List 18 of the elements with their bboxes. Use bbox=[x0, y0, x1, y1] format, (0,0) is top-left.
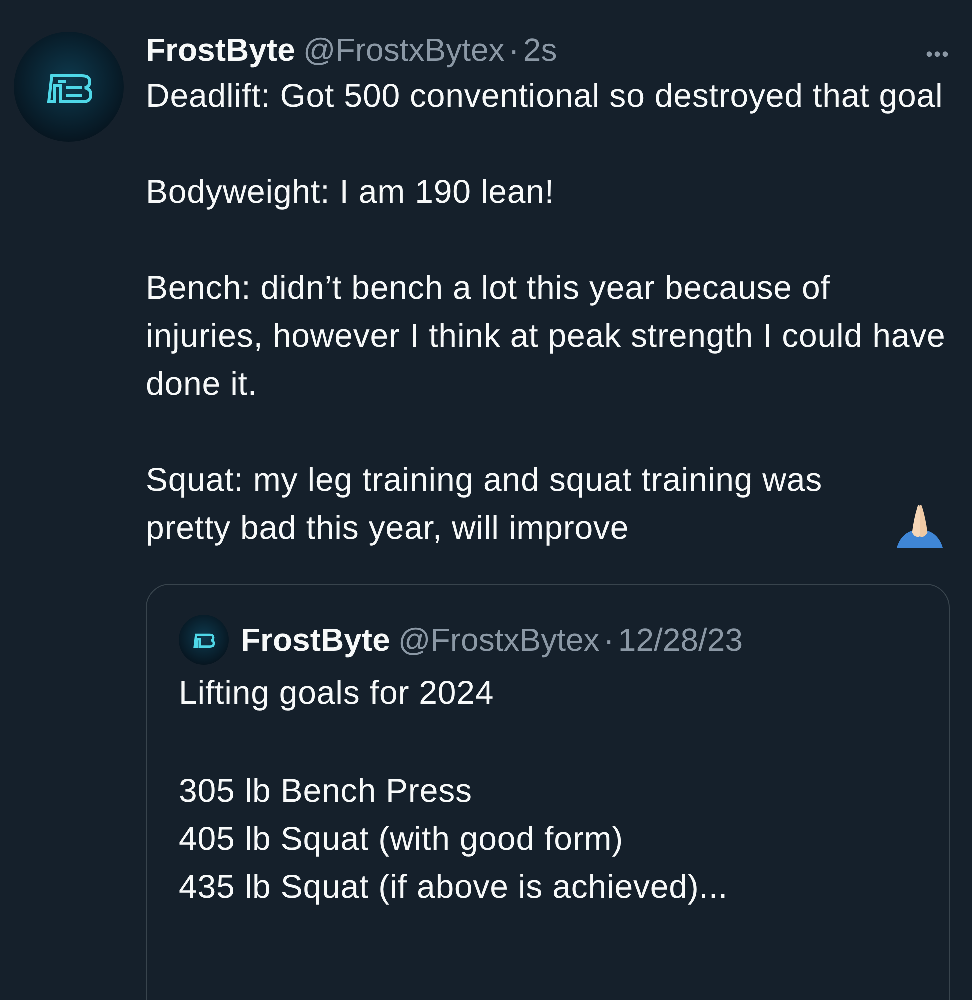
display-name: FrostByte bbox=[241, 622, 390, 658]
separator-dot: · bbox=[508, 32, 520, 69]
post-time: 12/28/23 bbox=[618, 622, 743, 658]
handle[interactable]: @FrostxBytex bbox=[303, 32, 505, 69]
avatar-icon[interactable] bbox=[14, 32, 124, 142]
post-text: Bodyweight: I am 190 lean! bbox=[146, 173, 554, 210]
post-text: Deadlift: Got 500 conventional so destroyed that goal bbox=[146, 77, 944, 114]
handle: @FrostxBytex bbox=[398, 622, 600, 658]
avatar-icon bbox=[179, 615, 229, 665]
post-text: Squat: my leg training and squat training was pretty bad this year, will improve bbox=[146, 460, 824, 548]
display-name[interactable]: FrostByte bbox=[146, 32, 296, 69]
post-time[interactable]: 2s bbox=[523, 32, 558, 69]
post-text: Bench: didn’t bench a lot this year because of injuries, however I think at peak strength I could have done it. bbox=[146, 269, 946, 402]
quoted-post-text: Lifting goals for 2024 bbox=[179, 673, 496, 713]
quoted-post-text: 305 lb Bench Press 405 lb Squat (with good form) 435 lb Squat (if above is achieved)... bbox=[179, 771, 730, 907]
more-button[interactable]: ••• bbox=[926, 44, 950, 67]
quoted-post-card[interactable]: FrostByte @FrostxBytex·12/28/23 Lifting goals for 2024 305 lb Bench Press 405 lb Squat (with good form) 435 lb Squat (if above is achieved)... bbox=[146, 584, 950, 1000]
separator-dot: · bbox=[604, 622, 614, 658]
